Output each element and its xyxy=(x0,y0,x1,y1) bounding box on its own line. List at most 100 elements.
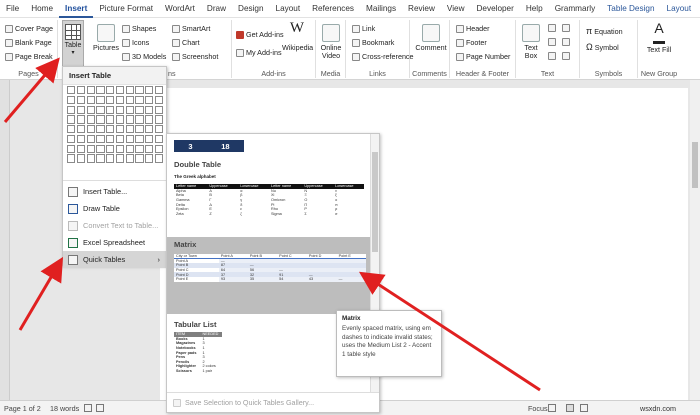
table-grid-cell[interactable] xyxy=(96,125,105,134)
table-grid-cell[interactable] xyxy=(67,95,76,104)
tab-developer[interactable]: Developer xyxy=(471,0,520,18)
signature-line-button[interactable] xyxy=(562,24,570,32)
icons-button[interactable]: Icons xyxy=(122,38,149,47)
header-button[interactable]: Header xyxy=(456,24,490,33)
insert-table-item[interactable]: Insert Table... xyxy=(63,183,166,200)
tab-design[interactable]: Design xyxy=(232,0,270,18)
table-grid-cell[interactable] xyxy=(125,154,134,163)
shapes-button[interactable]: Shapes xyxy=(122,24,156,33)
table-grid-cell[interactable] xyxy=(67,134,76,144)
tab-home[interactable]: Home xyxy=(25,0,59,18)
table-grid-cell[interactable] xyxy=(76,115,85,124)
table-grid-cell[interactable] xyxy=(67,154,76,163)
screenshot-button[interactable]: Screenshot xyxy=(172,52,218,61)
quick-tables-item[interactable]: Quick Tables › xyxy=(63,251,166,268)
tab-layout[interactable]: Layout xyxy=(270,0,307,18)
tabular-list-preview[interactable]: ITEM NEEDED Books 1 Magazines 3 Notebooks 1 Pape… xyxy=(174,332,222,373)
table-grid-cell[interactable] xyxy=(67,144,76,153)
online-video-button[interactable]: Online Video xyxy=(317,24,345,60)
quick-parts-button[interactable] xyxy=(548,24,556,32)
gallery-scrollbar-thumb[interactable] xyxy=(372,152,378,252)
tab-grammarly[interactable]: Grammarly xyxy=(549,0,601,18)
table-grid-cell[interactable] xyxy=(155,134,164,144)
get-addins-button[interactable]: Get Add-ins xyxy=(236,30,284,39)
table-grid-cell[interactable] xyxy=(155,86,164,95)
table-grid-cell[interactable] xyxy=(96,105,105,114)
table-grid-cell[interactable] xyxy=(67,86,76,95)
bookmark-button[interactable]: Bookmark xyxy=(352,38,394,47)
table-grid-cell[interactable] xyxy=(86,95,95,104)
table-grid-cell[interactable] xyxy=(145,86,154,95)
focus-button[interactable]: Focus xyxy=(528,404,548,413)
table-grid-cell[interactable] xyxy=(145,144,154,153)
3d-models-button[interactable]: 3D Models xyxy=(122,52,166,61)
footer-button[interactable]: Footer xyxy=(456,38,487,47)
drop-cap-button[interactable] xyxy=(548,52,556,60)
calendar-preview[interactable]: 3 18 xyxy=(174,140,244,152)
table-grid-cell[interactable] xyxy=(145,154,154,163)
table-grid-cell[interactable] xyxy=(115,115,125,124)
table-grid-cell[interactable] xyxy=(76,134,85,144)
accessibility-icon[interactable] xyxy=(96,404,104,412)
blank-page-button[interactable]: Blank Page xyxy=(5,38,52,47)
table-grid-cell[interactable] xyxy=(106,86,115,95)
proofing-icon[interactable] xyxy=(84,404,92,412)
table-grid-cell[interactable] xyxy=(125,115,134,124)
print-layout-icon[interactable] xyxy=(566,404,574,412)
tab-help[interactable]: Help xyxy=(520,0,549,18)
page-number-button[interactable]: Page Number xyxy=(456,52,510,61)
table-grid-cell[interactable] xyxy=(106,125,115,134)
table-grid-cell[interactable] xyxy=(135,95,144,104)
web-layout-icon[interactable] xyxy=(580,404,588,412)
wikipedia-button[interactable]: W Wikipedia xyxy=(282,21,313,52)
page-count[interactable]: Page 1 of 2 xyxy=(4,404,41,413)
table-grid-cell[interactable] xyxy=(86,86,95,95)
table-grid-cell[interactable] xyxy=(125,105,134,114)
table-grid-cell[interactable] xyxy=(135,154,144,163)
tab-picture-format[interactable]: Picture Format xyxy=(93,0,159,18)
table-grid-cell[interactable] xyxy=(76,154,85,163)
cover-page-button[interactable]: Cover Page xyxy=(5,24,53,33)
smartart-button[interactable]: SmartArt xyxy=(172,24,210,33)
page-break-button[interactable]: Page Break xyxy=(5,52,53,61)
table-grid-cell[interactable] xyxy=(155,105,164,114)
table-grid-cell[interactable] xyxy=(125,125,134,134)
pictures-button[interactable]: Pictures xyxy=(92,24,120,52)
table-grid-cell[interactable] xyxy=(155,125,164,134)
table-grid-cell[interactable] xyxy=(106,154,115,163)
cross-reference-button[interactable]: Cross-reference xyxy=(352,52,414,61)
table-grid-cell[interactable] xyxy=(135,86,144,95)
comment-button[interactable]: Comment xyxy=(414,24,448,52)
wordart-button[interactable] xyxy=(548,38,556,46)
draw-table-item[interactable]: Draw Table xyxy=(63,200,166,217)
my-addins-button[interactable]: My Add-ins xyxy=(236,48,282,57)
table-grid-cell[interactable] xyxy=(135,115,144,124)
table-grid-cell[interactable] xyxy=(135,134,144,144)
tab-wordart[interactable]: WordArt xyxy=(159,0,201,18)
table-grid-cell[interactable] xyxy=(155,144,164,153)
table-grid-cell[interactable] xyxy=(155,154,164,163)
table-grid-cell[interactable] xyxy=(106,105,115,114)
table-grid-cell[interactable] xyxy=(145,115,154,124)
table-grid-cell[interactable] xyxy=(145,134,154,144)
table-grid-cell[interactable] xyxy=(96,86,105,95)
table-grid-cell[interactable] xyxy=(106,144,115,153)
excel-spreadsheet-item[interactable]: Excel Spreadsheet xyxy=(63,234,166,251)
table-grid-cell[interactable] xyxy=(115,95,125,104)
tab-file[interactable]: File xyxy=(0,0,25,18)
table-grid-cell[interactable] xyxy=(96,154,105,163)
table-grid-cell[interactable] xyxy=(155,115,164,124)
table-grid-cell[interactable] xyxy=(115,154,125,163)
tab-insert[interactable]: Insert xyxy=(59,0,94,18)
convert-text-to-table-item[interactable]: Convert Text to Table... xyxy=(63,217,166,234)
tab-mailings[interactable]: Mailings xyxy=(360,0,402,18)
tab-draw[interactable]: Draw xyxy=(201,0,232,18)
table-grid-cell[interactable] xyxy=(67,105,76,114)
table-grid-cell[interactable] xyxy=(86,134,95,144)
table-size-grid[interactable] xyxy=(67,86,164,163)
table-grid-cell[interactable] xyxy=(145,95,154,104)
save-to-gallery-item[interactable]: Save Selection to Quick Tables Gallery..… xyxy=(167,392,379,412)
table-grid-cell[interactable] xyxy=(125,95,134,104)
table-grid-cell[interactable] xyxy=(96,134,105,144)
table-grid-cell[interactable] xyxy=(106,134,115,144)
